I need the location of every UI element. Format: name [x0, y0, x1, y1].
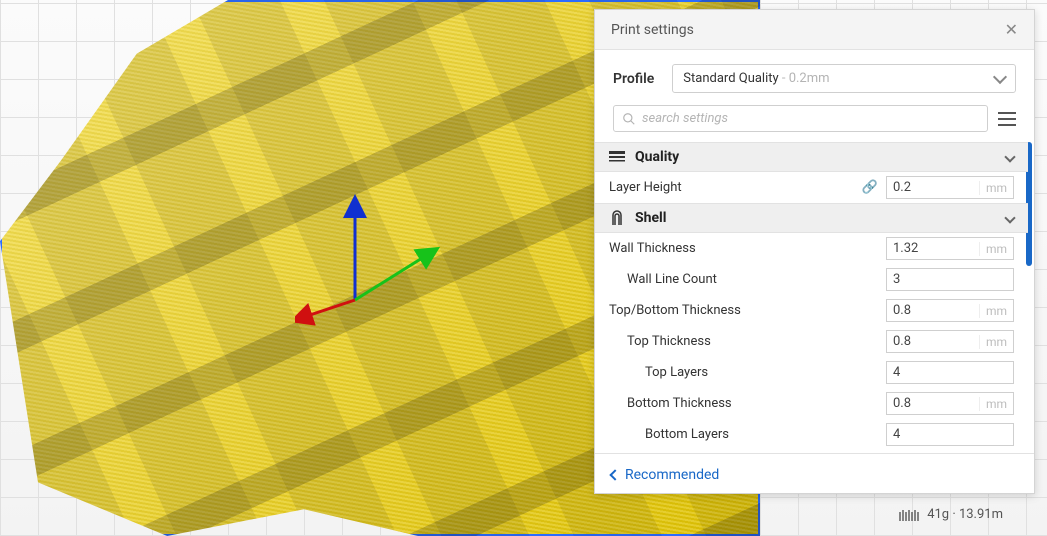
- shell-icon: [609, 210, 625, 226]
- wall-thickness-input[interactable]: [887, 238, 979, 259]
- print-estimate-text: 41g · 13.91m: [927, 507, 1003, 522]
- section-quality-title: Quality: [635, 149, 679, 165]
- profile-name: Standard Quality: [683, 71, 778, 86]
- top-thickness-input[interactable]: [887, 331, 979, 352]
- bottom-layers-input[interactable]: [887, 424, 1013, 445]
- setting-layer-height: Layer Height 🔗 mm: [595, 172, 1028, 203]
- settings-menu-icon[interactable]: [998, 112, 1016, 126]
- top-bottom-thickness-input[interactable]: [887, 300, 979, 321]
- setting-bottom-thickness: Bottom Thickness mm: [595, 388, 1028, 419]
- chevron-down-icon: [1004, 212, 1015, 223]
- panel-header: Print settings ✕: [595, 10, 1034, 50]
- setting-bottom-layers: Bottom Layers: [595, 419, 1028, 450]
- bottom-thickness-input[interactable]: [887, 393, 979, 414]
- layer-height-input[interactable]: [887, 177, 979, 198]
- chevron-down-icon: [1004, 151, 1015, 162]
- recommended-button[interactable]: Recommended: [611, 467, 719, 483]
- search-icon: [622, 112, 636, 126]
- print-estimate: 41g · 13.91m: [899, 507, 1003, 522]
- section-shell[interactable]: Shell: [595, 203, 1028, 233]
- profile-label: Profile: [613, 71, 654, 87]
- search-input[interactable]: [642, 111, 979, 126]
- wall-line-count-input[interactable]: [887, 269, 1013, 290]
- setting-wall-line-count: Wall Line Count: [595, 264, 1028, 295]
- setting-top-thickness: Top Thickness mm: [595, 326, 1028, 357]
- material-icon: [899, 508, 921, 522]
- profile-select[interactable]: Standard Quality - 0.2mm: [672, 64, 1016, 93]
- close-icon[interactable]: ✕: [1001, 18, 1022, 41]
- setting-top-layers: Top Layers: [595, 357, 1028, 388]
- profile-detail: - 0.2mm: [779, 71, 830, 86]
- link-icon[interactable]: 🔗: [862, 180, 878, 195]
- setting-top-bottom-thickness: Top/Bottom Thickness mm: [595, 295, 1028, 326]
- panel-footer: Recommended: [595, 453, 1034, 493]
- setting-wall-thickness: Wall Thickness mm: [595, 233, 1028, 264]
- search-box[interactable]: [613, 105, 988, 132]
- section-quality[interactable]: Quality: [595, 142, 1028, 172]
- setting-horizontal-expansion: Horizontal Expansion mm: [595, 450, 1028, 453]
- print-settings-panel: Print settings ✕ Profile Standard Qualit…: [594, 9, 1035, 494]
- search-row: [595, 105, 1034, 142]
- chevron-left-icon: [609, 469, 620, 480]
- settings-list[interactable]: Quality Layer Height 🔗 mm Shell Wall Thi…: [595, 142, 1034, 453]
- top-layers-input[interactable]: [887, 362, 1013, 383]
- section-shell-title: Shell: [635, 210, 666, 226]
- panel-title: Print settings: [611, 22, 694, 38]
- quality-icon: [609, 149, 625, 165]
- profile-row: Profile Standard Quality - 0.2mm: [595, 50, 1034, 105]
